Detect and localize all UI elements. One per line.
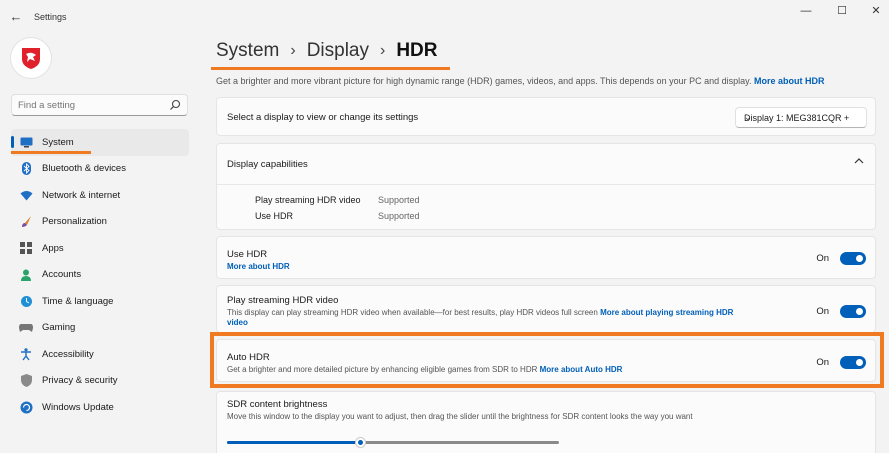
streaming-hdr-desc: This display can play streaming HDR vide… xyxy=(227,308,733,317)
sidebar-item-bluetooth[interactable]: Bluetooth & devices xyxy=(11,156,189,183)
user-avatar-logo[interactable] xyxy=(11,38,51,78)
apps-icon xyxy=(19,241,33,255)
streaming-hdr-toggle[interactable] xyxy=(840,305,866,318)
display-capabilities-card: Display capabilities Play streaming HDR … xyxy=(216,143,876,230)
sdr-brightness-card: SDR content brightness Move this window … xyxy=(216,391,876,453)
use-hdr-toggle[interactable] xyxy=(840,252,866,265)
brush-icon xyxy=(19,215,33,229)
sdr-brightness-desc: Move this window to the display you want… xyxy=(227,412,693,421)
more-about-hdr-link[interactable]: More about HDR xyxy=(227,262,290,271)
back-arrow-icon[interactable]: ← xyxy=(8,9,24,25)
sidebar-item-label: Accessibility xyxy=(42,348,94,360)
sidebar-item-label: Apps xyxy=(42,242,64,254)
sidebar-item-label: Personalization xyxy=(42,216,107,228)
annotation-highlight-box xyxy=(210,332,884,388)
sidebar-item-label: System xyxy=(42,136,74,148)
capability-value: Supported xyxy=(378,195,420,205)
sidebar-item-label: Network & internet xyxy=(42,189,121,201)
sidebar-item-label: Gaming xyxy=(42,322,76,334)
sidebar-item-apps[interactable]: Apps xyxy=(11,235,189,262)
annotation-underline-system xyxy=(11,151,91,154)
streaming-hdr-title: Play streaming HDR video xyxy=(227,295,339,306)
sidebar-item-label: Bluetooth & devices xyxy=(42,163,126,175)
annotation-underline-breadcrumb xyxy=(211,67,450,70)
sidebar-item-privacy-security[interactable]: Privacy & security xyxy=(11,368,189,395)
close-icon[interactable]: ✕ xyxy=(866,4,886,18)
breadcrumb-system[interactable]: System xyxy=(216,40,279,62)
use-hdr-card: Use HDR More about HDR On xyxy=(216,236,876,279)
search-icon[interactable] xyxy=(169,99,181,111)
streaming-hdr-state: On xyxy=(816,306,829,317)
sdr-brightness-slider[interactable] xyxy=(227,437,559,448)
chevron-up-icon[interactable] xyxy=(853,156,865,166)
sidebar-item-label: Time & language xyxy=(42,295,114,307)
use-hdr-title: Use HDR xyxy=(227,249,268,260)
page-description: Get a brighter and more vibrant picture … xyxy=(216,76,824,86)
select-display-label: Select a display to view or change its s… xyxy=(227,112,419,123)
breadcrumb-separator-icon: › xyxy=(380,42,386,59)
breadcrumb-display[interactable]: Display xyxy=(307,40,369,62)
slider-thumb[interactable] xyxy=(354,437,366,448)
divider xyxy=(217,184,875,185)
use-hdr-sub: More about HDR xyxy=(227,262,290,271)
title-bar: ← Settings — ☐ ✕ xyxy=(0,0,889,34)
update-icon xyxy=(19,400,33,414)
search-box[interactable] xyxy=(11,94,188,116)
page-title: HDR xyxy=(396,40,438,61)
more-about-streaming-link-cont[interactable]: video xyxy=(227,318,248,327)
chevron-down-icon: ⌄ xyxy=(744,112,752,122)
capability-name: Use HDR xyxy=(255,211,294,221)
maximize-icon[interactable]: ☐ xyxy=(832,4,852,18)
sidebar-item-accessibility[interactable]: Accessibility xyxy=(11,341,189,368)
streaming-hdr-desc-line2: video xyxy=(227,318,248,327)
sidebar-item-label: Privacy & security xyxy=(42,375,118,387)
capability-value: Supported xyxy=(378,211,420,221)
minimize-icon[interactable]: — xyxy=(796,4,816,18)
app-title: Settings xyxy=(34,12,67,22)
sidebar-item-time-language[interactable]: Time & language xyxy=(11,288,189,315)
wifi-icon xyxy=(19,188,33,202)
sdr-brightness-title: SDR content brightness xyxy=(227,399,328,410)
sidebar-item-label: Windows Update xyxy=(42,401,114,413)
display-select-dropdown[interactable]: Display 1: MEG381CQR + ⌄ xyxy=(735,107,867,128)
slider-fill xyxy=(227,441,360,444)
dragon-logo-icon xyxy=(22,48,40,69)
person-icon xyxy=(19,268,33,282)
use-hdr-state: On xyxy=(816,253,829,264)
sidebar-item-windows-update[interactable]: Windows Update xyxy=(11,394,189,421)
sidebar-nav: System Bluetooth & devices Network & int… xyxy=(11,129,189,421)
sidebar-item-network[interactable]: Network & internet xyxy=(11,182,189,209)
streaming-hdr-card: Play streaming HDR video This display ca… xyxy=(216,285,876,333)
breadcrumb-separator-icon: › xyxy=(290,42,296,59)
sidebar-item-label: Accounts xyxy=(42,269,82,281)
globe-clock-icon xyxy=(19,294,33,308)
shield-icon xyxy=(19,374,33,388)
bluetooth-icon xyxy=(19,162,33,176)
capability-name: Play streaming HDR video xyxy=(255,195,361,205)
more-about-streaming-link[interactable]: More about playing streaming HDR xyxy=(600,308,733,317)
sidebar-item-gaming[interactable]: Gaming xyxy=(11,315,189,342)
search-input[interactable] xyxy=(18,98,168,113)
sidebar-item-accounts[interactable]: Accounts xyxy=(11,262,189,289)
display-icon xyxy=(19,135,33,149)
capabilities-header[interactable]: Display capabilities xyxy=(217,144,875,184)
accessibility-icon xyxy=(19,347,33,361)
more-about-hdr-link[interactable]: More about HDR xyxy=(754,76,825,86)
breadcrumb: System › Display › HDR xyxy=(216,38,438,64)
streaming-hdr-desc-text: This display can play streaming HDR vide… xyxy=(227,308,598,317)
select-display-card: Select a display to view or change its s… xyxy=(216,97,876,136)
sidebar-item-personalization[interactable]: Personalization xyxy=(11,209,189,236)
gamepad-icon xyxy=(19,321,33,335)
capabilities-title: Display capabilities xyxy=(227,159,308,170)
description-text: Get a brighter and more vibrant picture … xyxy=(216,76,752,86)
